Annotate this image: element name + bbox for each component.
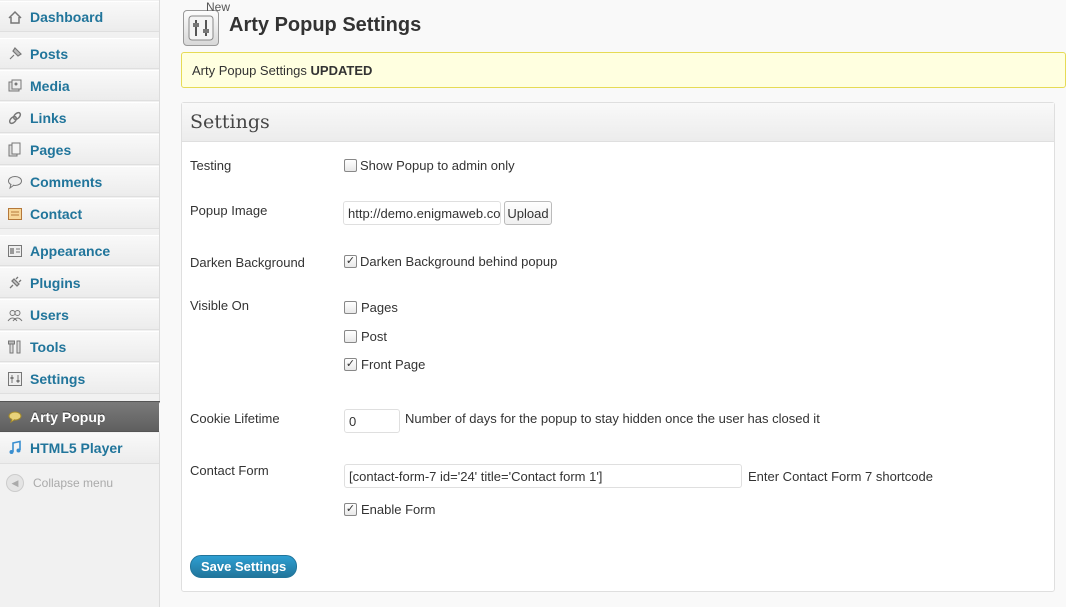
darken-background-option-label: Darken Background behind popup	[360, 254, 558, 269]
page-title: Arty Popup Settings	[229, 14, 422, 36]
sidebar-item-label: Media	[30, 77, 70, 94]
show-popup-admin-checkbox[interactable]	[344, 159, 357, 172]
sidebar-item-arty-popup[interactable]: Arty Popup	[0, 401, 169, 433]
upload-button[interactable]: Upload	[504, 201, 552, 225]
sidebar-item-contact[interactable]: Contact	[0, 198, 159, 229]
panel-title: Settings	[182, 103, 1054, 142]
visible-front-page-checkbox[interactable]: ✓	[344, 358, 357, 371]
users-icon	[6, 306, 24, 324]
sidebar-item-links[interactable]: Links	[0, 102, 159, 133]
visible-pages-label: Pages	[361, 300, 398, 315]
checkmark-icon: ✓	[345, 358, 356, 370]
contact-form-shortcode-input[interactable]: [contact-form-7 id='24' title='Contact f…	[344, 464, 742, 488]
contact-form-label: Contact Form	[190, 463, 269, 478]
cookie-lifetime-input[interactable]: 0	[344, 409, 400, 433]
sidebar-item-tools[interactable]: Tools	[0, 331, 159, 362]
sidebar-item-posts[interactable]: Posts	[0, 38, 159, 69]
sidebar-item-label: Pages	[30, 141, 72, 158]
sidebar-item-label: Tools	[30, 338, 67, 355]
popup-image-input[interactable]: http://demo.enigmaweb.com	[343, 201, 501, 225]
save-settings-button[interactable]: Save Settings	[190, 555, 298, 578]
sidebar-item-comments[interactable]: Comments	[0, 166, 159, 197]
sidebar-item-html5-player[interactable]: HTML5 Player	[0, 433, 159, 464]
collapse-menu-button[interactable]: ◀ Collapse menu	[0, 470, 159, 496]
updated-notice: Arty Popup Settings UPDATED	[181, 52, 1066, 88]
music-note-icon	[6, 439, 24, 457]
sidebar-item-settings[interactable]: Settings	[0, 363, 159, 394]
sidebar-item-pages[interactable]: Pages	[0, 134, 159, 165]
sidebar-item-label: Settings	[30, 370, 86, 387]
sidebar-item-label: Arty Popup	[30, 408, 106, 425]
speech-bubble-icon	[6, 408, 24, 426]
sidebar-item-appearance[interactable]: Appearance	[0, 235, 159, 266]
new-tag: New	[206, 0, 231, 14]
show-popup-admin-label: Show Popup to admin only	[360, 158, 515, 173]
enable-form-label: Enable Form	[361, 502, 436, 517]
visible-pages-checkbox[interactable]	[344, 301, 357, 314]
visible-front-page-label: Front Page	[361, 357, 426, 372]
sidebar-item-label: HTML5 Player	[30, 440, 123, 456]
dashboard-icon	[6, 8, 24, 26]
collapse-menu-label: Collapse menu	[33, 476, 114, 490]
sidebar-item-label: Dashboard	[30, 8, 104, 25]
main-content: New Arty Popup Settings Arty Popup Setti…	[160, 0, 1066, 607]
notice-status: UPDATED	[310, 63, 373, 78]
sidebar-item-label: Posts	[30, 45, 69, 62]
sidebar-item-label: Plugins	[30, 274, 81, 291]
collapse-arrow-icon: ◀	[6, 474, 24, 492]
link-icon	[6, 109, 24, 127]
appearance-icon	[6, 242, 24, 260]
sidebar-item-label: Comments	[30, 173, 103, 190]
settings-icon	[6, 370, 24, 388]
visible-on-label: Visible On	[190, 298, 250, 313]
sidebar-item-dashboard[interactable]: Dashboard	[0, 1, 159, 32]
checkmark-icon: ✓	[345, 503, 356, 515]
checkmark-icon: ✓	[345, 255, 356, 267]
sidebar-item-users[interactable]: Users	[0, 299, 159, 330]
settings-icon	[183, 10, 219, 46]
cookie-lifetime-label: Cookie Lifetime	[190, 411, 280, 426]
darken-background-label: Darken Background	[190, 255, 305, 270]
media-icon	[6, 77, 24, 95]
visible-post-checkbox[interactable]	[344, 330, 357, 343]
sidebar-item-label: Users	[30, 306, 69, 323]
settings-panel: Settings Testing Show Popup to admin onl…	[181, 102, 1055, 592]
contact-form-help: Enter Contact Form 7 shortcode	[748, 469, 933, 484]
sidebar-item-label: Appearance	[30, 242, 111, 259]
admin-sidebar: Dashboard Posts Media Links Pages Commen…	[0, 0, 169, 607]
cookie-lifetime-help: Number of days for the popup to stay hid…	[405, 411, 820, 426]
enable-form-checkbox[interactable]: ✓	[344, 503, 357, 516]
notice-text: Arty Popup Settings	[192, 63, 307, 78]
pin-icon	[6, 45, 24, 63]
visible-post-label: Post	[361, 329, 388, 344]
sidebar-item-label: Contact	[30, 205, 83, 222]
comment-icon	[6, 173, 24, 191]
popup-image-label: Popup Image	[190, 203, 268, 218]
darken-background-checkbox[interactable]: ✓	[344, 255, 357, 268]
plugin-icon	[6, 274, 24, 292]
pages-icon	[6, 141, 24, 159]
tools-icon	[6, 338, 24, 356]
testing-label: Testing	[190, 158, 232, 173]
sidebar-item-label: Links	[30, 109, 67, 126]
sidebar-item-plugins[interactable]: Plugins	[0, 267, 159, 298]
contact-icon	[6, 205, 24, 223]
sidebar-item-media[interactable]: Media	[0, 70, 159, 101]
